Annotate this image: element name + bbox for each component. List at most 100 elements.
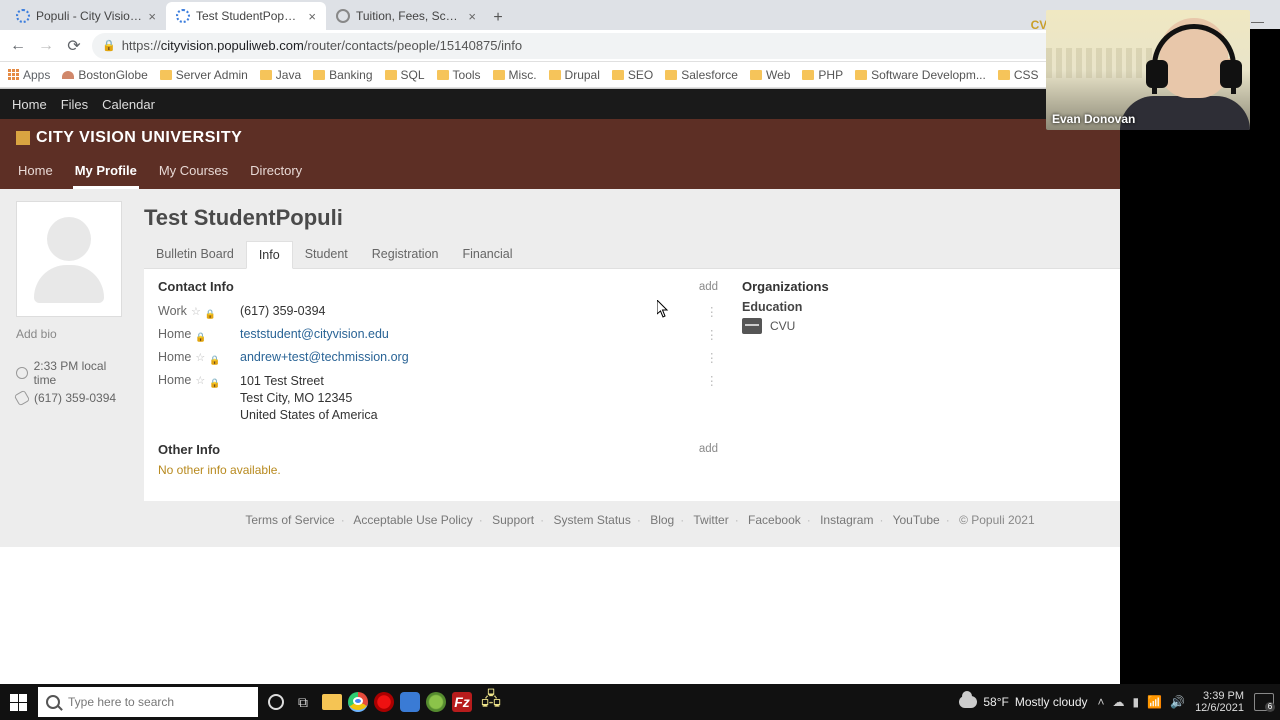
contact-info-heading: Contact Info [158,279,234,294]
bookmark-label: Banking [329,68,372,82]
footer-copyright: © Populi 2021 [959,513,1035,527]
row-menu-icon[interactable]: ⋮ [702,350,718,365]
taskbar-search[interactable]: Type here to search [38,687,258,717]
bookmark-bostonglobe[interactable]: BostonGlobe [62,68,147,82]
volume-icon[interactable]: 🔊 [1170,695,1185,709]
file-explorer-icon[interactable] [322,694,342,710]
org-item-cvu[interactable]: CVU [742,318,1082,334]
opera-icon[interactable] [374,692,394,712]
row-menu-icon[interactable]: ⋮ [702,373,718,388]
close-icon[interactable]: × [308,9,316,24]
nav-directory[interactable]: Directory [248,157,304,189]
browser-tab-tuition[interactable]: Tuition, Fees, Scholarships and F… × [326,2,486,30]
nav-home[interactable]: Home [16,157,55,189]
new-tab-button[interactable]: + [486,6,510,30]
back-button[interactable]: ← [8,36,28,56]
battery-icon[interactable]: ▮ [1133,695,1140,709]
address-line2: Test City, MO 12345 [240,390,702,407]
row-menu-icon[interactable]: ⋮ [702,327,718,342]
app-green-icon[interactable] [426,692,446,712]
address-value: 101 Test Street Test City, MO 12345 Unit… [240,373,702,424]
taskbar-clock[interactable]: 3:39 PM 12/6/2021 [1195,690,1244,714]
chevron-up-icon[interactable]: ˄ [1098,695,1105,709]
bookmark-misc[interactable]: Misc. [493,68,537,82]
close-icon[interactable]: × [468,9,476,24]
apps-button[interactable]: Apps [8,68,50,82]
tab-student[interactable]: Student [293,241,360,268]
wifi-icon[interactable]: 📶 [1147,695,1162,709]
apps-label: Apps [23,68,50,82]
footer-aup[interactable]: Acceptable Use Policy [353,513,472,527]
bookmark-label: CSS [1014,68,1039,82]
topnav-calendar[interactable]: Calendar [102,97,155,112]
bookmark-tools[interactable]: Tools [437,68,481,82]
address-bar[interactable]: 🔒 https://cityvision.populiweb.com/route… [92,33,1144,59]
email-link[interactable]: andrew+test@techmission.org [240,350,409,364]
bookmark-seo[interactable]: SEO [612,68,653,82]
contact-label: Home [158,373,191,387]
tab-registration[interactable]: Registration [360,241,451,268]
tab-info[interactable]: Info [246,241,293,269]
tray-icons: ˄ ☁ ▮ 📶 🔊 [1098,695,1186,709]
bookmark-server-admin[interactable]: Server Admin [160,68,248,82]
footer-blog[interactable]: Blog [650,513,674,527]
local-time-text: 2:33 PM local time [34,359,128,387]
tab-title: Test StudentPopuli: Info [196,9,302,23]
bookmark-web[interactable]: Web [750,68,790,82]
favicon-icon [336,9,350,23]
reload-button[interactable]: ⟳ [64,36,84,56]
star-icon[interactable]: ☆ [195,374,205,387]
task-view-icon[interactable]: ⧉ [290,689,316,715]
filezilla-icon[interactable]: Fz [452,692,472,712]
globe-icon [62,71,74,79]
bookmark-php[interactable]: PHP [802,68,843,82]
lock-icon [209,352,220,363]
star-icon[interactable]: ☆ [191,305,201,318]
footer-twitter[interactable]: Twitter [693,513,728,527]
footer-status[interactable]: System Status [553,513,630,527]
bookmark-java[interactable]: Java [260,68,301,82]
nav-my-profile[interactable]: My Profile [73,157,139,189]
bookmark-softwaredev[interactable]: Software Developm... [855,68,986,82]
row-menu-icon[interactable]: ⋮ [702,304,718,319]
close-icon[interactable]: × [148,9,156,24]
taskbar-time: 3:39 PM [1195,690,1244,702]
add-bio-link[interactable]: Add bio [16,327,128,341]
bookmark-salesforce[interactable]: Salesforce [665,68,738,82]
topnav-files[interactable]: Files [61,97,88,112]
chrome-icon[interactable] [348,692,368,712]
bookmark-drupal[interactable]: Drupal [549,68,600,82]
nav-my-courses[interactable]: My Courses [157,157,230,189]
contact-add-link[interactable]: add [699,281,718,293]
browser-tab-populi[interactable]: Populi - City Vision University × [6,2,166,30]
bookmark-sql[interactable]: SQL [385,68,425,82]
forward-button[interactable]: → [36,36,56,56]
star-icon[interactable]: ☆ [195,351,205,364]
local-time: 2:33 PM local time [16,359,128,387]
browser-tab-info[interactable]: Test StudentPopuli: Info × [166,2,326,30]
weather-widget[interactable]: 58°F Mostly cloudy [959,695,1087,709]
tab-financial[interactable]: Financial [450,241,524,268]
profile-avatar[interactable] [16,201,122,317]
putty-icon[interactable]: 🖧 [478,689,504,715]
phone-icon [14,390,30,406]
bookmark-banking[interactable]: Banking [313,68,372,82]
footer-youtube[interactable]: YouTube [893,513,940,527]
onedrive-icon[interactable]: ☁ [1113,695,1125,709]
tab-bulletin-board[interactable]: Bulletin Board [144,241,246,268]
url-host: cityvision.populiweb.com [161,38,304,53]
footer-instagram[interactable]: Instagram [820,513,873,527]
topnav-home[interactable]: Home [12,97,47,112]
action-center-icon[interactable] [1254,693,1274,711]
other-add-link[interactable]: add [699,443,718,455]
footer-facebook[interactable]: Facebook [748,513,801,527]
minimize-icon[interactable]: — [1251,14,1264,30]
footer-terms[interactable]: Terms of Service [245,513,334,527]
footer-support[interactable]: Support [492,513,534,527]
lock-icon: 🔒 [102,39,116,52]
bookmark-css[interactable]: CSS [998,68,1039,82]
app-blue-icon[interactable] [400,692,420,712]
start-button[interactable] [0,684,36,720]
email-link[interactable]: teststudent@cityvision.edu [240,327,389,341]
cortana-icon[interactable] [268,694,284,710]
